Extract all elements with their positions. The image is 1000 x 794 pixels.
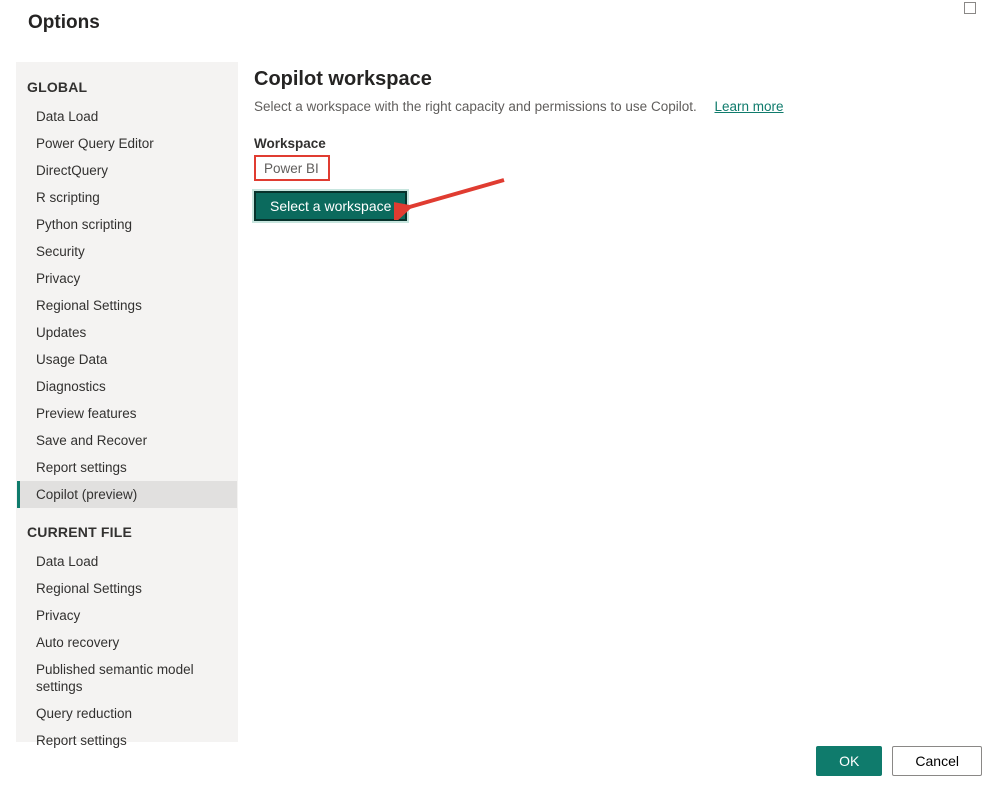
sidebar-item-cf-privacy[interactable]: Privacy xyxy=(17,602,237,629)
workspace-label: Workspace xyxy=(254,136,984,151)
sidebar-item-label: Usage Data xyxy=(36,352,107,367)
sidebar-header-current-file: CURRENT FILE xyxy=(17,508,237,548)
sidebar-item-label: Python scripting xyxy=(36,217,132,232)
sidebar-item-cf-data-load[interactable]: Data Load xyxy=(17,548,237,575)
workspace-value: Power BI xyxy=(264,161,319,176)
sidebar-item-label: Preview features xyxy=(36,406,137,421)
sidebar-item-label: Published semantic model settings xyxy=(36,662,194,694)
sidebar-item-label: R scripting xyxy=(36,190,100,205)
sidebar-item-power-query-editor[interactable]: Power Query Editor xyxy=(17,130,237,157)
main-subtitle-text: Select a workspace with the right capaci… xyxy=(254,99,697,114)
ok-button[interactable]: OK xyxy=(816,746,882,776)
select-workspace-button[interactable]: Select a workspace xyxy=(254,191,407,221)
sidebar-item-label: Updates xyxy=(36,325,86,340)
sidebar-item-label: Data Load xyxy=(36,554,98,569)
sidebar-item-cf-auto-recovery[interactable]: Auto recovery xyxy=(17,629,237,656)
sidebar-item-cf-query-reduction[interactable]: Query reduction xyxy=(17,700,237,727)
sidebar-item-copilot-preview[interactable]: Copilot (preview) xyxy=(17,481,237,508)
cancel-button[interactable]: Cancel xyxy=(892,746,982,776)
sidebar-item-label: Diagnostics xyxy=(36,379,106,394)
sidebar-item-label: Regional Settings xyxy=(36,298,142,313)
window-control-placeholder xyxy=(964,2,976,14)
sidebar-item-cf-regional-settings[interactable]: Regional Settings xyxy=(17,575,237,602)
sidebar-item-python-scripting[interactable]: Python scripting xyxy=(17,211,237,238)
sidebar-item-label: Data Load xyxy=(36,109,98,124)
sidebar-item-cf-report-settings[interactable]: Report settings xyxy=(17,727,237,754)
sidebar-item-label: DirectQuery xyxy=(36,163,108,178)
sidebar-item-label: Query reduction xyxy=(36,706,132,721)
main-heading: Copilot workspace xyxy=(254,68,984,91)
sidebar-item-label: Save and Recover xyxy=(36,433,147,448)
sidebar-item-cf-published-semantic-model-settings[interactable]: Published semantic model settings xyxy=(17,656,237,700)
sidebar-item-preview-features[interactable]: Preview features xyxy=(17,400,237,427)
dialog-footer: OK Cancel xyxy=(816,746,982,776)
sidebar-item-label: Privacy xyxy=(36,271,80,286)
sidebar: GLOBAL Data Load Power Query Editor Dire… xyxy=(16,62,238,742)
sidebar-item-diagnostics[interactable]: Diagnostics xyxy=(17,373,237,400)
sidebar-item-label: Regional Settings xyxy=(36,581,142,596)
sidebar-item-regional-settings[interactable]: Regional Settings xyxy=(17,292,237,319)
dialog-title: Options xyxy=(28,12,100,34)
main-subtitle: Select a workspace with the right capaci… xyxy=(254,99,984,114)
sidebar-item-r-scripting[interactable]: R scripting xyxy=(17,184,237,211)
sidebar-item-report-settings[interactable]: Report settings xyxy=(17,454,237,481)
sidebar-item-directquery[interactable]: DirectQuery xyxy=(17,157,237,184)
sidebar-item-label: Report settings xyxy=(36,733,127,748)
sidebar-item-label: Report settings xyxy=(36,460,127,475)
sidebar-item-updates[interactable]: Updates xyxy=(17,319,237,346)
sidebar-item-label: Auto recovery xyxy=(36,635,119,650)
main-panel: Copilot workspace Select a workspace wit… xyxy=(254,62,984,744)
learn-more-link[interactable]: Learn more xyxy=(714,99,783,114)
sidebar-item-label: Power Query Editor xyxy=(36,136,154,151)
sidebar-item-label: Copilot (preview) xyxy=(36,487,137,502)
workspace-value-box: Power BI xyxy=(254,155,330,181)
sidebar-item-label: Security xyxy=(36,244,85,259)
sidebar-item-security[interactable]: Security xyxy=(17,238,237,265)
sidebar-item-data-load[interactable]: Data Load xyxy=(17,103,237,130)
options-dialog: Options GLOBAL Data Load Power Query Edi… xyxy=(0,0,1000,794)
sidebar-header-global: GLOBAL xyxy=(17,63,237,103)
sidebar-item-privacy[interactable]: Privacy xyxy=(17,265,237,292)
sidebar-item-usage-data[interactable]: Usage Data xyxy=(17,346,237,373)
sidebar-item-save-and-recover[interactable]: Save and Recover xyxy=(17,427,237,454)
sidebar-item-label: Privacy xyxy=(36,608,80,623)
